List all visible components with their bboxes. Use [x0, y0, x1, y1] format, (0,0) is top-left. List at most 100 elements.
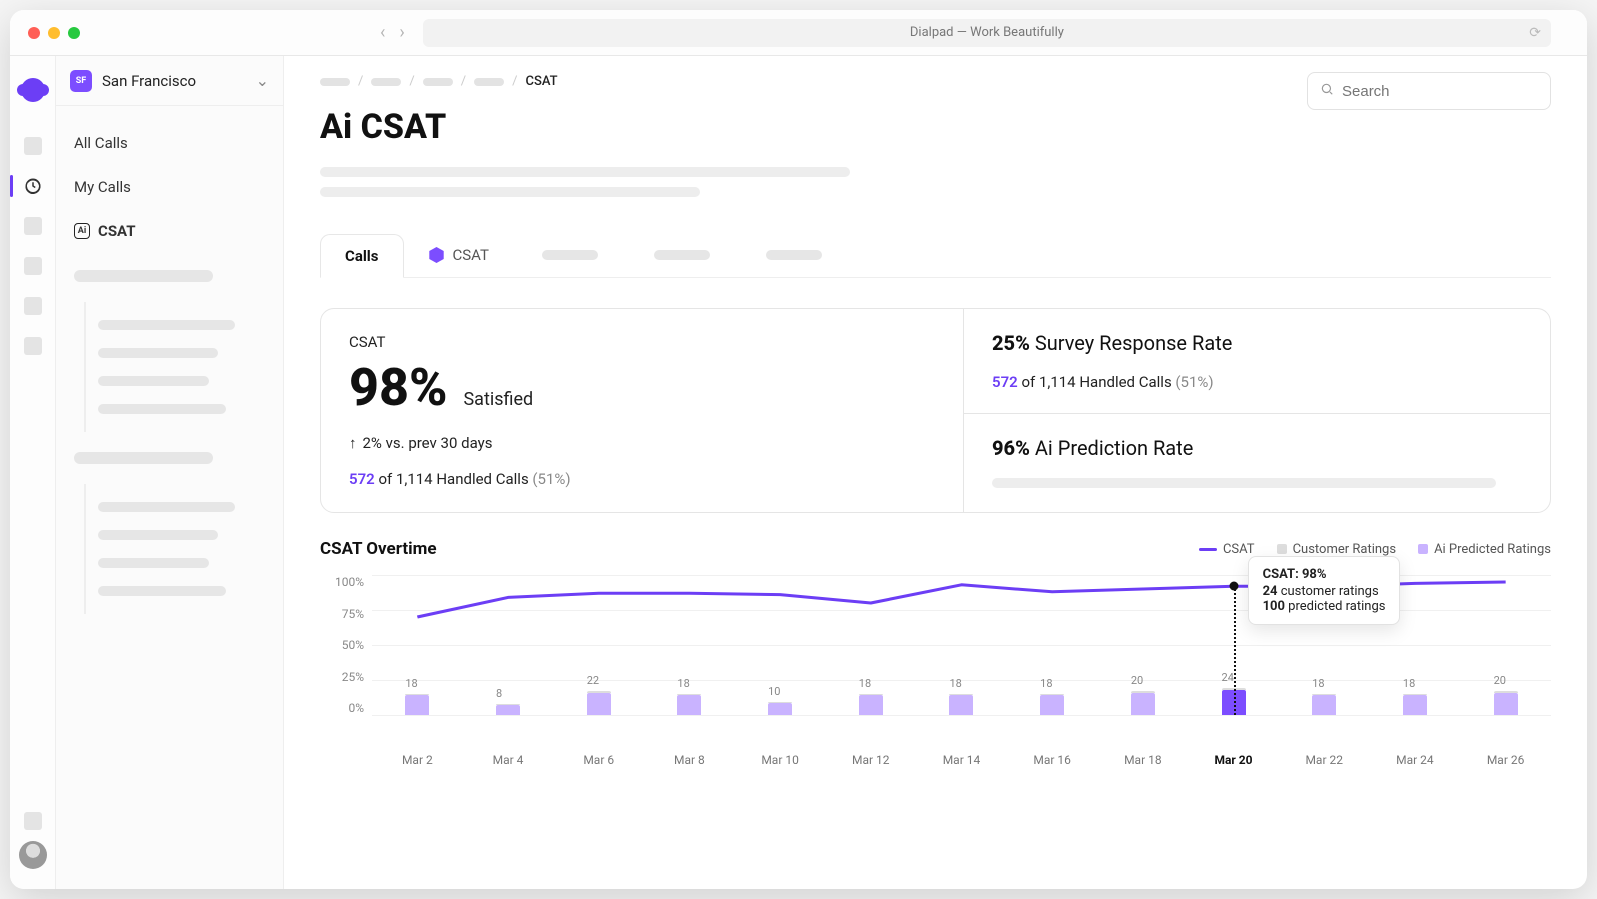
sidebar-item-label: My Calls — [74, 178, 131, 196]
window-controls — [28, 27, 80, 39]
prediction-rate-card: 96% Ai Prediction Rate — [964, 414, 1550, 510]
response-rate-line: 25% Survey Response Rate — [992, 331, 1522, 355]
chevron-down-icon: ⌄ — [256, 71, 269, 90]
trend-text: 2% vs. prev 30 days — [363, 434, 493, 452]
sidebar-item-my-calls[interactable]: My Calls — [70, 168, 269, 206]
tabs: Calls CSAT — [320, 233, 1551, 278]
sidebar-placeholder — [98, 320, 235, 330]
sidebar-subgroup-2 — [84, 484, 269, 614]
sidebar-placeholder — [74, 270, 213, 282]
sidebar-placeholder — [74, 452, 213, 464]
csat-label: CSAT — [349, 333, 935, 351]
sidebar-placeholder — [98, 558, 209, 568]
chart-body: 100%75%50%25%0% 188221810181818202418182… — [320, 575, 1551, 745]
nav-arrows: ‹ › — [380, 22, 405, 43]
minimize-window-button[interactable] — [48, 27, 60, 39]
metric-cards: CSAT 98% Satisfied ↑ 2% vs. prev 30 days… — [320, 308, 1551, 513]
search-input[interactable] — [1307, 72, 1551, 110]
handled-rest: of 1,114 Handled Calls — [378, 470, 528, 488]
sidebar-item-all-calls[interactable]: All Calls — [70, 124, 269, 162]
handled-pct: (51%) — [532, 470, 570, 488]
square-swatch-icon — [1418, 544, 1428, 554]
prediction-label: Ai Prediction Rate — [1035, 436, 1193, 460]
handled-num: 572 — [992, 373, 1018, 391]
legend-label: CSAT — [1223, 542, 1255, 557]
sidebar-placeholder — [98, 404, 226, 414]
rail-item-history[interactable] — [24, 177, 42, 195]
right-cards: 25% Survey Response Rate 572 of 1,114 Ha… — [963, 309, 1550, 512]
chart-tooltip: CSAT: 98%24 customer ratings100 predicte… — [1248, 556, 1401, 625]
handled-rest: of 1,114 Handled Calls — [1021, 373, 1171, 391]
reload-icon[interactable]: ⟳ — [1529, 25, 1541, 41]
maximize-window-button[interactable] — [68, 27, 80, 39]
rail-item-1[interactable] — [24, 137, 42, 155]
address-text: Dialpad — Work Beautifully — [910, 25, 1064, 40]
response-pct: 25% — [992, 331, 1030, 355]
tab-placeholder — [542, 250, 598, 260]
sidebar-placeholder — [98, 502, 235, 512]
sidebar-placeholder — [98, 348, 218, 358]
org-picker[interactable]: SF San Francisco ⌄ — [56, 56, 283, 106]
forward-button[interactable]: › — [399, 22, 404, 43]
tab-calls[interactable]: Calls — [320, 234, 404, 278]
prediction-pct: 96% — [992, 436, 1030, 460]
sidebar-placeholder — [98, 586, 226, 596]
csat-shield-icon: Ai — [74, 223, 90, 239]
handled-pct: (51%) — [1175, 373, 1213, 391]
address-bar[interactable]: Dialpad — Work Beautifully ⟳ — [423, 19, 1551, 47]
back-button[interactable]: ‹ — [380, 22, 385, 43]
search-field[interactable] — [1342, 83, 1541, 100]
tab-label: CSAT — [453, 246, 489, 264]
prediction-line: 96% Ai Prediction Rate — [992, 436, 1522, 460]
sidebar-placeholder — [98, 530, 218, 540]
response-label: Survey Response Rate — [1035, 331, 1233, 355]
app-window: ‹ › Dialpad — Work Beautifully ⟳ SF — [10, 10, 1587, 889]
legend-label: Customer Ratings — [1293, 542, 1397, 557]
breadcrumb-item[interactable] — [474, 78, 504, 86]
sidebar-subgroup-1 — [84, 302, 269, 432]
titlebar: ‹ › Dialpad — Work Beautifully ⟳ — [10, 10, 1587, 56]
app-body: SF San Francisco ⌄ All Calls My Calls Ai… — [10, 56, 1587, 889]
response-handled: 572 of 1,114 Handled Calls (51%) — [992, 373, 1522, 391]
rail-item-6[interactable] — [24, 337, 42, 355]
prediction-placeholder — [992, 478, 1496, 488]
tab-csat[interactable]: CSAT — [404, 233, 514, 277]
csat-handled: 572 of 1,114 Handled Calls (51%) — [349, 470, 935, 488]
csat-card: CSAT 98% Satisfied ↑ 2% vs. prev 30 days… — [321, 309, 963, 512]
rail-item-bottom[interactable] — [24, 812, 42, 830]
app-logo-icon[interactable] — [21, 78, 45, 102]
square-swatch-icon — [1277, 544, 1287, 554]
subtitle-placeholder — [320, 187, 700, 197]
sidebar-item-csat[interactable]: Ai CSAT — [70, 212, 269, 250]
legend-label: Ai Predicted Ratings — [1434, 542, 1551, 557]
rail-item-4[interactable] — [24, 257, 42, 275]
breadcrumb-item[interactable] — [371, 78, 401, 86]
line-swatch-icon — [1199, 548, 1217, 551]
response-rate-card: 25% Survey Response Rate 572 of 1,114 Ha… — [964, 309, 1550, 414]
org-badge-icon: SF — [70, 70, 92, 92]
legend-csat: CSAT — [1199, 542, 1255, 557]
plot-area[interactable]: 1882218101818182024181820 CSAT: 98%24 cu… — [372, 575, 1551, 745]
close-window-button[interactable] — [28, 27, 40, 39]
hexagon-icon — [429, 247, 445, 263]
main-content: / / / / CSAT Ai CSAT Calls CSAT CSAT — [284, 56, 1587, 889]
breadcrumb-item[interactable] — [423, 78, 453, 86]
page-title: Ai CSAT — [320, 107, 1551, 147]
csat-trend: ↑ 2% vs. prev 30 days — [349, 434, 935, 452]
sidebar-item-label: All Calls — [74, 134, 128, 152]
breadcrumb-item[interactable] — [320, 78, 350, 86]
y-axis: 100%75%50%25%0% — [320, 575, 372, 715]
csat-value: 98% — [349, 357, 448, 418]
breadcrumb-current: CSAT — [526, 74, 558, 89]
rail-item-3[interactable] — [24, 217, 42, 235]
nav-rail — [10, 56, 56, 889]
legend-predicted: Ai Predicted Ratings — [1418, 542, 1551, 557]
x-axis: Mar 2Mar 4Mar 6Mar 8Mar 10Mar 12Mar 14Ma… — [372, 753, 1551, 767]
sidebar-placeholder — [98, 376, 209, 386]
org-name: San Francisco — [102, 72, 246, 90]
tab-placeholder — [654, 250, 710, 260]
user-avatar[interactable] — [19, 841, 47, 869]
chart-section: CSAT Overtime CSAT Customer Ratings Ai P… — [320, 539, 1551, 767]
rail-item-5[interactable] — [24, 297, 42, 315]
search-icon — [1320, 82, 1334, 100]
